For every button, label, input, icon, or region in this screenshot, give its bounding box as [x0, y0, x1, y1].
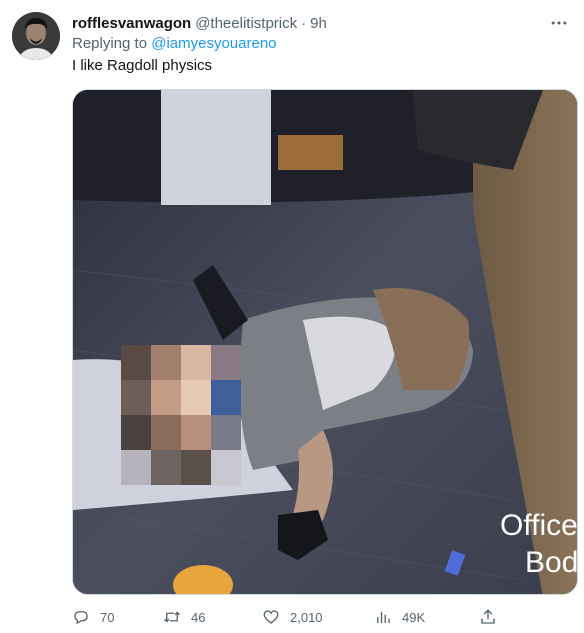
views-count: 49K — [402, 609, 426, 625]
avatar[interactable] — [12, 12, 60, 60]
reply-icon — [74, 611, 88, 625]
replying-to-line: Replying to @iamyesyouareno — [72, 35, 277, 52]
more-horizontal-icon — [551, 21, 567, 25]
tweet-media[interactable]: Office Bod — [72, 89, 578, 595]
bar-chart-icon — [377, 611, 390, 623]
avatar-image — [12, 12, 60, 60]
more-options-button[interactable] — [548, 12, 570, 34]
replying-to-mention[interactable]: @iamyesyouareno — [151, 35, 276, 52]
retweet-icon — [164, 611, 180, 623]
separator-dot: · — [301, 14, 307, 32]
reply-count: 70 — [100, 609, 115, 625]
tweet-actions: 70 46 2,010 49K — [72, 604, 512, 630]
replying-to-label: Replying to — [72, 35, 148, 52]
views-button[interactable]: 49K — [374, 604, 425, 630]
tweet-text: I like Ragdoll physics — [72, 57, 213, 74]
media-overlay-text-1: Office — [500, 509, 578, 542]
like-button[interactable]: 2,010 — [262, 604, 323, 630]
share-icon — [481, 609, 495, 624]
retweet-button[interactable]: 46 — [163, 604, 205, 630]
media-overlay-text-2: Bod — [525, 546, 578, 579]
tweet[interactable]: rofflesvanwagon @theelitistprick · 9h Re… — [0, 0, 584, 633]
tweet-header: rofflesvanwagon @theelitistprick · 9h — [72, 12, 327, 34]
like-count: 2,010 — [290, 609, 323, 625]
reply-button[interactable]: 70 — [72, 604, 114, 630]
display-name[interactable]: rofflesvanwagon — [72, 15, 191, 32]
heart-icon — [263, 610, 279, 624]
user-handle[interactable]: @theelitistprick — [195, 15, 297, 32]
censor-pixelation — [121, 345, 241, 485]
retweet-count: 46 — [191, 609, 206, 625]
share-button[interactable] — [479, 604, 497, 630]
timestamp[interactable]: 9h — [310, 15, 327, 32]
media-image: Office Bod — [73, 90, 578, 594]
